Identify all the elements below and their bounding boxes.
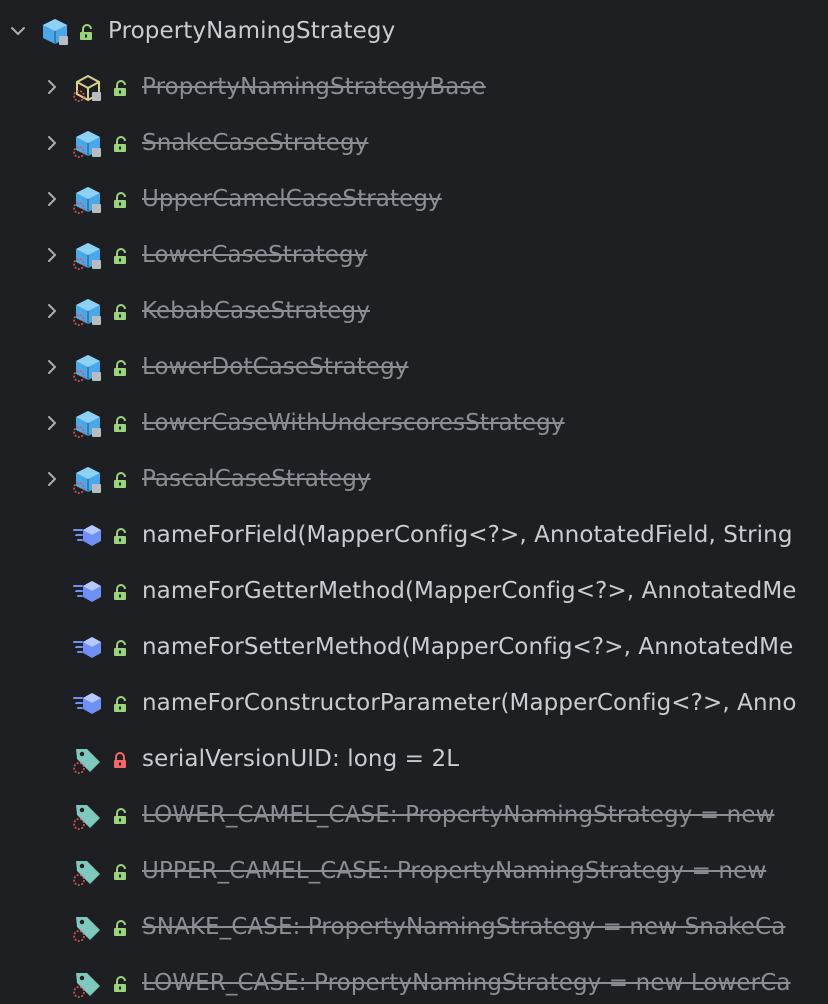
public-unlock-icon	[114, 416, 126, 432]
tree-item[interactable]: UPPER_CAMEL_CASE: PropertyNamingStrategy…	[0, 843, 828, 899]
tree-item-label: nameForGetterMethod(MapperConfig<?>, Ann…	[142, 578, 797, 604]
tree-item-label: serialVersionUID: long = 2L	[142, 746, 460, 772]
structure-tree: PropertyNamingStrategy PropertyNamingStra…	[0, 0, 828, 1004]
tree-item[interactable]: PascalCaseStrategy	[0, 451, 828, 507]
chevron-down-icon[interactable]	[9, 22, 27, 40]
tree-item[interactable]: LowerCaseWithUnderscoresStrategy	[0, 395, 828, 451]
class-icon	[73, 355, 101, 382]
tree-item[interactable]: SnakeCaseStrategy	[0, 115, 828, 171]
public-unlock-icon	[114, 360, 126, 376]
method-icon	[73, 637, 101, 658]
tree-item[interactable]: LowerCaseStrategy	[0, 227, 828, 283]
tree-item[interactable]: nameForGetterMethod(MapperConfig<?>, Ann…	[0, 563, 828, 619]
field-icon	[73, 805, 100, 830]
tree-item-label: UpperCamelCaseStrategy	[142, 186, 442, 212]
public-unlock-icon	[80, 24, 92, 40]
method-icon	[73, 693, 101, 714]
tree-item[interactable]: KebabCaseStrategy	[0, 283, 828, 339]
chevron-right-icon[interactable]	[43, 470, 61, 488]
field-icon	[73, 917, 100, 942]
tree-item-label: LowerCaseStrategy	[142, 242, 368, 268]
chevron-right-icon[interactable]	[43, 358, 61, 376]
method-icon	[73, 581, 101, 602]
tree-root[interactable]: PropertyNamingStrategy	[0, 3, 828, 59]
tree-item-label: SnakeCaseStrategy	[142, 130, 369, 156]
tree-item[interactable]: SNAKE_CASE: PropertyNamingStrategy = new…	[0, 899, 828, 955]
private-lock-icon	[114, 752, 126, 768]
tree-item[interactable]: serialVersionUID: long = 2L	[0, 731, 828, 787]
tree-item-label: LOWER_CAMEL_CASE: PropertyNamingStrategy…	[142, 802, 775, 828]
tree-item-label: SNAKE_CASE: PropertyNamingStrategy = new…	[142, 914, 786, 940]
class-icon	[73, 187, 101, 214]
public-unlock-icon	[114, 640, 126, 656]
chevron-right-icon[interactable]	[43, 134, 61, 152]
public-unlock-icon	[114, 528, 126, 544]
class-icon	[73, 243, 101, 270]
class-icon	[43, 19, 68, 45]
tree-item[interactable]: PropertyNamingStrategyBase	[0, 59, 828, 115]
field-icon	[73, 861, 100, 886]
public-unlock-icon	[114, 192, 126, 208]
class-icon	[73, 299, 101, 326]
tree-item-label: LowerCaseWithUnderscoresStrategy	[142, 410, 565, 436]
public-unlock-icon	[114, 304, 126, 320]
public-unlock-icon	[114, 136, 126, 152]
tree-item-label: KebabCaseStrategy	[142, 298, 370, 324]
tree-item[interactable]: UpperCamelCaseStrategy	[0, 171, 828, 227]
tree-item[interactable]: LOWER_CAMEL_CASE: PropertyNamingStrategy…	[0, 787, 828, 843]
tree-item[interactable]: LOWER_CASE: PropertyNamingStrategy = new…	[0, 955, 828, 1004]
public-unlock-icon	[114, 80, 126, 96]
field-icon	[73, 973, 100, 998]
public-unlock-icon	[114, 976, 126, 992]
tree-item-label: nameForField(MapperConfig<?>, AnnotatedF…	[142, 522, 793, 548]
chevron-right-icon[interactable]	[43, 246, 61, 264]
tree-item[interactable]: nameForConstructorParameter(MapperConfig…	[0, 675, 828, 731]
tree-item[interactable]: LowerDotCaseStrategy	[0, 339, 828, 395]
public-unlock-icon	[114, 864, 126, 880]
public-unlock-icon	[114, 248, 126, 264]
tree-item-label: LowerDotCaseStrategy	[142, 354, 409, 380]
tree-item[interactable]: nameForSetterMethod(MapperConfig<?>, Ann…	[0, 619, 828, 675]
public-unlock-icon	[114, 920, 126, 936]
abstract-class-icon	[73, 74, 101, 102]
class-icon	[73, 411, 101, 438]
tree-item-label: PropertyNamingStrategyBase	[142, 74, 486, 100]
public-unlock-icon	[114, 696, 126, 712]
public-unlock-icon	[114, 808, 126, 824]
chevron-right-icon[interactable]	[43, 78, 61, 96]
tree-item-label: nameForSetterMethod(MapperConfig<?>, Ann…	[142, 634, 794, 660]
tree-item-label: PascalCaseStrategy	[142, 466, 371, 492]
field-icon	[73, 749, 100, 774]
public-unlock-icon	[114, 472, 126, 488]
tree-item-label: nameForConstructorParameter(MapperConfig…	[142, 690, 797, 716]
chevron-right-icon[interactable]	[43, 302, 61, 320]
tree-item-label: PropertyNamingStrategy	[108, 18, 396, 44]
class-icon	[73, 131, 101, 158]
method-icon	[73, 525, 101, 546]
tree-item-label: LOWER_CASE: PropertyNamingStrategy = new…	[142, 970, 791, 996]
chevron-right-icon[interactable]	[43, 414, 61, 432]
tree-item-label: UPPER_CAMEL_CASE: PropertyNamingStrategy…	[142, 858, 767, 884]
tree-item[interactable]: nameForField(MapperConfig<?>, AnnotatedF…	[0, 507, 828, 563]
public-unlock-icon	[114, 584, 126, 600]
class-icon	[73, 467, 101, 494]
chevron-right-icon[interactable]	[43, 190, 61, 208]
